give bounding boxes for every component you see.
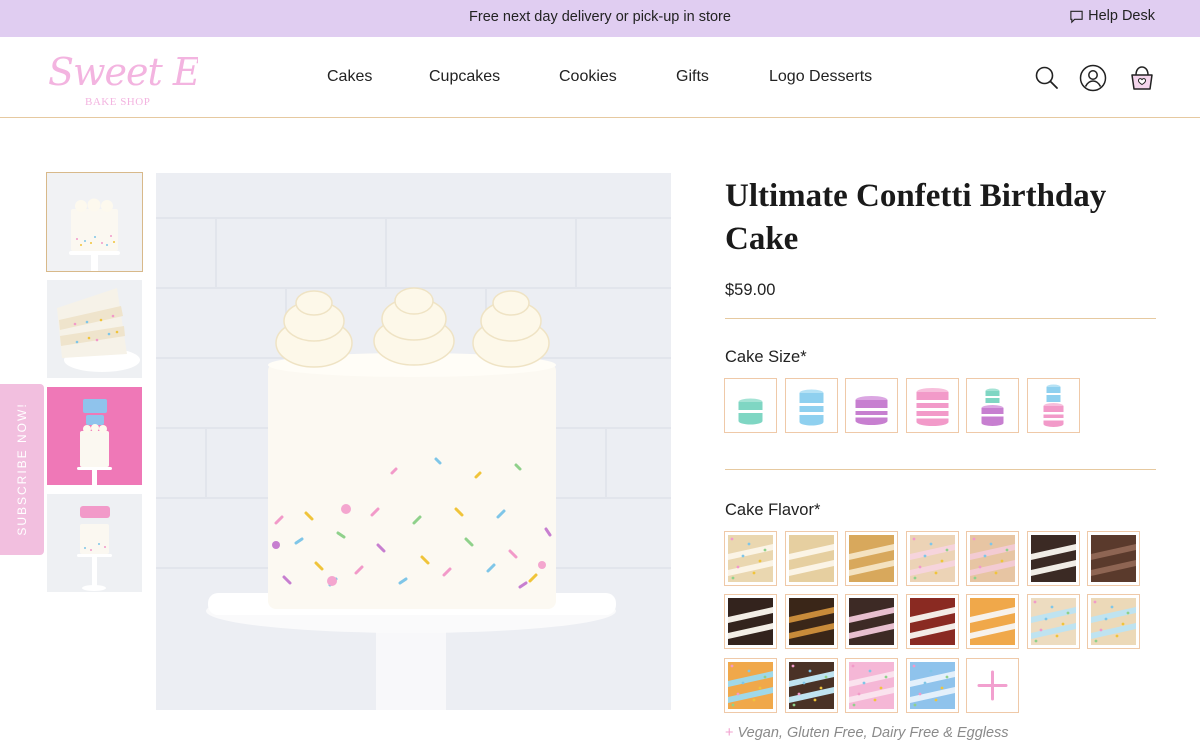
flavor-confetti-blue-surprise[interactable] [1087,594,1140,649]
nav-gifts[interactable]: Gifts [676,68,709,86]
announcement-bar: Free next day delivery or pick-up in sto… [0,0,1200,37]
chat-icon [1070,10,1083,23]
flavor-chocolate-vanilla[interactable] [724,594,777,649]
flavor-blue-sprinkle[interactable] [906,658,959,713]
subscribe-tab[interactable]: SUBSCRIBE NOW! [0,384,44,555]
two-tier-cake-icon [1043,384,1064,427]
flavor-chocolate[interactable] [1087,531,1140,586]
cake-slice-swatch-image [970,598,1015,645]
account-icon[interactable] [1078,63,1108,93]
flavor-confetti-surprise[interactable] [1027,594,1080,649]
nav-cakes[interactable]: Cakes [327,68,372,86]
size-option-4[interactable] [906,378,959,433]
subscribe-label: SUBSCRIBE NOW! [15,402,29,536]
main-product-image[interactable] [156,173,671,710]
cake-slice-swatch-image [728,598,773,645]
cart-icon[interactable] [1127,63,1157,93]
divider [725,469,1156,470]
thumbnail-1[interactable] [46,172,143,272]
main-nav: Cakes Cupcakes Cookies Gifts Logo Desser… [0,68,1200,88]
flavor-vanilla[interactable] [785,531,838,586]
two-tier-cake-icon [981,388,1004,426]
cake-flavor-label: Cake Flavor* [725,501,821,519]
more-flavors-button[interactable] [966,658,1019,713]
flavor-red-velvet[interactable] [906,594,959,649]
cake-slice-swatch-image [1091,535,1136,582]
divider [725,318,1156,319]
nav-cupcakes[interactable]: Cupcakes [429,68,500,86]
thumbnail-2[interactable] [47,280,142,378]
cake-slice-swatch-image [1091,598,1136,645]
plus-icon [977,670,1008,701]
size-option-6[interactable] [1027,378,1080,433]
cake-slice-swatch-image [789,598,834,645]
single-tier-cake-icon [855,396,888,425]
cake-whole-image [47,173,142,271]
announcement-text: Free next day delivery or pick-up in sto… [469,9,731,25]
cake-slice-swatch-image [1031,598,1076,645]
cake-slice-swatch-image [849,535,894,582]
cake-slice-swatch-image [910,662,955,709]
cake-topper-image [47,494,142,592]
cake-slice-swatch-image [1031,535,1076,582]
flavor-chocolate-caramel[interactable] [785,594,838,649]
size-option-2[interactable] [785,378,838,433]
flavor-confetti[interactable] [724,531,777,586]
dietary-plus: + [725,725,734,741]
flavor-strawberry[interactable] [966,531,1019,586]
cake-slice-swatch-image [728,662,773,709]
cake-slice-swatch-image [910,535,955,582]
cake-slice-image [47,280,142,378]
cake-slice-swatch-image [789,662,834,709]
svg-text:BAKE SHOP: BAKE SHOP [85,96,150,108]
flavor-pink-sprinkle[interactable] [845,658,898,713]
help-desk-link[interactable]: Help Desk [1069,8,1155,24]
site-header: Sweet E's BAKE SHOP Cakes Cupcakes Cooki… [0,37,1200,118]
help-desk-label: Help Desk [1088,8,1155,24]
flavor-rainbow[interactable] [966,594,1019,649]
single-tier-cake-icon [738,398,763,425]
nav-logo-desserts[interactable]: Logo Desserts [769,68,872,86]
thumbnail-3[interactable] [47,387,142,485]
flavor-chocolate-surprise[interactable] [785,658,838,713]
size-option-1[interactable] [724,378,777,433]
cake-size-label: Cake Size* [725,348,807,366]
single-tier-cake-icon [799,389,824,426]
flavor-strawberry-swirl[interactable] [906,531,959,586]
cake-slice-swatch-image [970,535,1015,582]
cake-slice-swatch-image [849,662,894,709]
flavor-rainbow-surprise[interactable] [724,658,777,713]
single-tier-cake-icon [916,388,949,426]
dietary-note: + Vegan, Gluten Free, Dairy Free & Eggle… [725,725,1009,741]
product-title: Ultimate Confetti Birthday Cake [725,178,1107,257]
cake-slice-swatch-image [849,598,894,645]
size-option-5[interactable] [966,378,1019,433]
flavor-caramel[interactable] [845,531,898,586]
flavor-cookies-cream[interactable] [1027,531,1080,586]
search-icon[interactable] [1032,63,1062,93]
cake-pink-image [47,387,142,485]
confetti-cake-photo [156,173,671,710]
cake-slice-swatch-image [728,535,773,582]
size-option-3[interactable] [845,378,898,433]
cake-slice-swatch-image [910,598,955,645]
dietary-note-text: Vegan, Gluten Free, Dairy Free & Eggless [737,725,1009,741]
product-price: $59.00 [725,281,776,299]
flavor-chocolate-raspberry[interactable] [845,594,898,649]
cake-slice-swatch-image [789,535,834,582]
nav-cookies[interactable]: Cookies [559,68,617,86]
thumbnail-4[interactable] [47,494,142,592]
